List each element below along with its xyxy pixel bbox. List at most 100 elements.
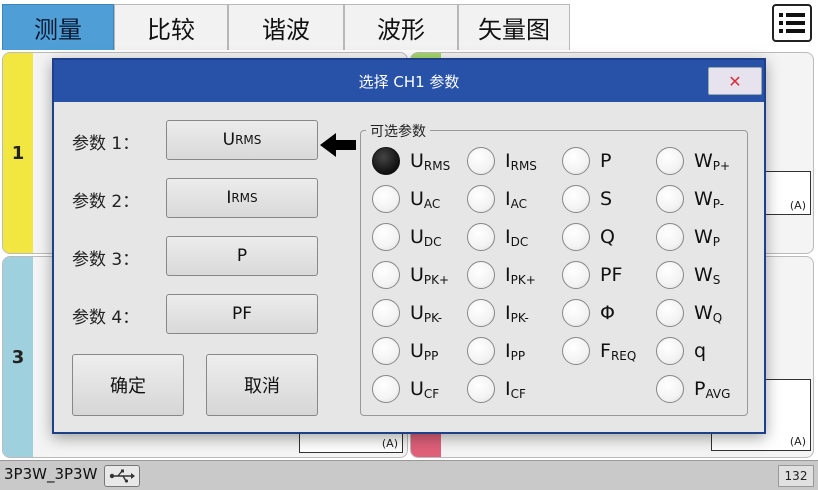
radio-unselected[interactable] xyxy=(656,185,684,213)
unit-label: (A) xyxy=(789,199,806,212)
radio-unselected[interactable] xyxy=(656,299,684,327)
radio-unselected[interactable] xyxy=(562,147,590,175)
option-5-1[interactable]: IPP xyxy=(467,334,525,368)
option-1-3[interactable]: WP- xyxy=(656,182,724,216)
option-label: WP- xyxy=(694,187,725,211)
menu-list-icon xyxy=(779,13,805,33)
radio-unselected[interactable] xyxy=(467,375,495,403)
option-label: UAC xyxy=(410,187,441,211)
dialog-title: 选择 CH1 参数 xyxy=(54,60,764,102)
radio-unselected[interactable] xyxy=(467,261,495,289)
option-1-0[interactable]: UAC xyxy=(372,182,440,216)
option-label: PAVG xyxy=(694,377,731,401)
option-6-1[interactable]: ICF xyxy=(467,372,526,406)
radio-unselected[interactable] xyxy=(467,299,495,327)
option-6-0[interactable]: UCF xyxy=(372,372,439,406)
usb-icon xyxy=(104,465,140,487)
select-parameter-dialog: 选择 CH1 参数 ✕ 参数 1： U RMS 参数 2： I RMS 参数 3： … xyxy=(52,58,766,434)
unit-label: (A) xyxy=(789,435,806,448)
option-label: IRMS xyxy=(505,149,537,173)
cancel-button[interactable]: 取消 xyxy=(206,354,318,416)
status-bar: 3P3W_3P3W 132 xyxy=(0,460,818,490)
radio-unselected[interactable] xyxy=(656,375,684,403)
option-label: UPP xyxy=(410,339,439,363)
option-label: ICF xyxy=(505,377,526,401)
option-4-2[interactable]: Φ xyxy=(562,296,615,330)
option-5-2[interactable]: FREQ xyxy=(562,334,636,368)
tab-vector[interactable]: 矢量图 xyxy=(458,4,570,50)
options-group-title: 可选参数 xyxy=(366,121,430,141)
radio-unselected[interactable] xyxy=(467,223,495,251)
tab-measure[interactable]: 测量 xyxy=(2,4,114,50)
option-1-1[interactable]: IAC xyxy=(467,182,527,216)
option-2-3[interactable]: WP xyxy=(656,220,720,254)
option-label: WP xyxy=(694,225,721,249)
radio-unselected[interactable] xyxy=(562,261,590,289)
radio-unselected[interactable] xyxy=(562,337,590,365)
radio-unselected[interactable] xyxy=(656,147,684,175)
radio-unselected[interactable] xyxy=(467,337,495,365)
option-6-3[interactable]: PAVG xyxy=(656,372,730,406)
option-0-0[interactable]: URMS xyxy=(372,144,450,178)
option-label: FREQ xyxy=(600,339,637,363)
radio-unselected[interactable] xyxy=(372,185,400,213)
option-4-1[interactable]: IPK- xyxy=(467,296,529,330)
radio-unselected[interactable] xyxy=(372,299,400,327)
option-label: IDC xyxy=(505,225,529,249)
radio-unselected[interactable] xyxy=(562,223,590,251)
radio-selected[interactable] xyxy=(372,147,400,175)
menu-button[interactable] xyxy=(772,4,812,42)
option-3-2[interactable]: PF xyxy=(562,258,622,292)
option-1-2[interactable]: S xyxy=(562,182,612,216)
wiring-mode: 3P3W_3P3W xyxy=(4,465,98,483)
option-label: S xyxy=(600,187,613,210)
channel-number: 3 xyxy=(3,257,33,457)
param-button-1[interactable]: U RMS xyxy=(166,120,318,160)
radio-unselected[interactable] xyxy=(372,375,400,403)
option-2-2[interactable]: Q xyxy=(562,220,615,254)
option-label: IPK+ xyxy=(505,263,536,287)
option-3-0[interactable]: UPK+ xyxy=(372,258,449,292)
option-4-0[interactable]: UPK- xyxy=(372,296,442,330)
option-label: IPK- xyxy=(505,301,529,325)
tab-waveform[interactable]: 波形 xyxy=(344,4,458,50)
unit-label: (A) xyxy=(381,437,398,450)
param-button-4[interactable]: PF xyxy=(166,294,318,334)
radio-unselected[interactable] xyxy=(656,337,684,365)
param-button-2[interactable]: I RMS xyxy=(166,178,318,218)
close-button[interactable]: ✕ xyxy=(708,67,762,95)
option-label: PF xyxy=(600,263,623,286)
channel-number: 1 xyxy=(3,53,33,253)
option-label: URMS xyxy=(410,149,451,173)
option-0-3[interactable]: WP+ xyxy=(656,144,730,178)
arrow-left-icon xyxy=(320,133,356,157)
param-label-2: 参数 2： xyxy=(72,192,140,212)
option-3-3[interactable]: WS xyxy=(656,258,720,292)
param-button-3[interactable]: P xyxy=(166,236,318,276)
tab-harmonic[interactable]: 谐波 xyxy=(228,4,344,50)
option-0-2[interactable]: P xyxy=(562,144,611,178)
option-5-0[interactable]: UPP xyxy=(372,334,438,368)
radio-unselected[interactable] xyxy=(656,223,684,251)
option-label: UPK- xyxy=(410,301,443,325)
option-2-1[interactable]: IDC xyxy=(467,220,528,254)
option-0-1[interactable]: IRMS xyxy=(467,144,537,178)
radio-unselected[interactable] xyxy=(656,261,684,289)
option-label: UCF xyxy=(410,377,440,401)
radio-unselected[interactable] xyxy=(372,261,400,289)
radio-unselected[interactable] xyxy=(467,185,495,213)
option-5-3[interactable]: q xyxy=(656,334,706,368)
radio-unselected[interactable] xyxy=(372,223,400,251)
radio-unselected[interactable] xyxy=(562,299,590,327)
option-4-3[interactable]: WQ xyxy=(656,296,722,330)
confirm-button[interactable]: 确定 xyxy=(72,354,184,416)
option-label: WQ xyxy=(694,301,723,325)
radio-unselected[interactable] xyxy=(467,147,495,175)
option-3-1[interactable]: IPK+ xyxy=(467,258,536,292)
option-label: Q xyxy=(600,225,615,248)
tab-compare[interactable]: 比较 xyxy=(114,4,228,50)
radio-unselected[interactable] xyxy=(562,185,590,213)
tab-bar: 测量 比较 谐波 波形 矢量图 xyxy=(0,0,818,50)
option-2-0[interactable]: UDC xyxy=(372,220,442,254)
radio-unselected[interactable] xyxy=(372,337,400,365)
